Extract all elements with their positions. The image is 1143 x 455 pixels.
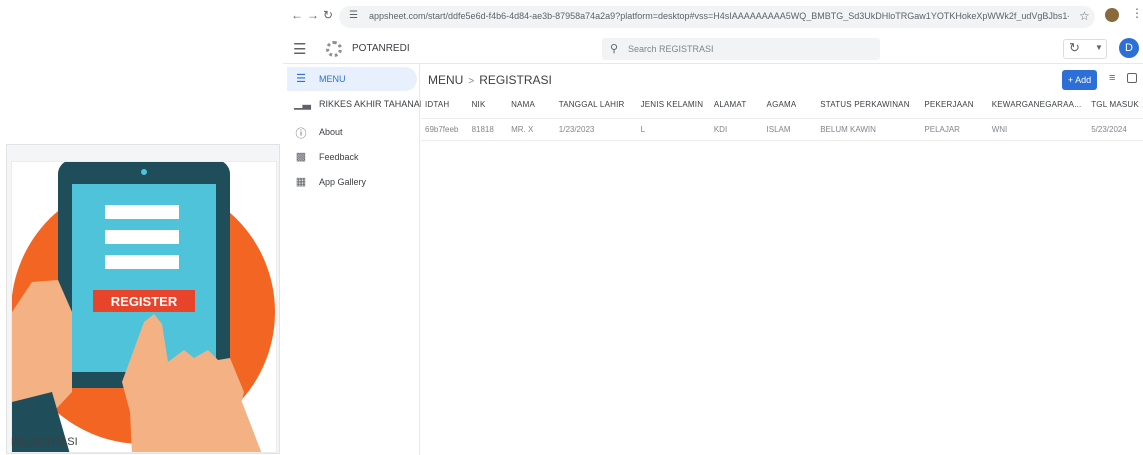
select-checkbox-icon[interactable] xyxy=(1127,73,1137,83)
app-root: ← → ↻ ☰ appsheet.com/start/ddfe5e6d-f4b6… xyxy=(0,0,1143,455)
chevron-down-icon[interactable]: ▼ xyxy=(1095,43,1103,52)
search-icon: ⚲ xyxy=(610,43,619,55)
register-illustration: REGISTER xyxy=(11,161,277,453)
column-header[interactable]: ALAMAT xyxy=(709,92,763,119)
column-header[interactable]: PEKERJAAN xyxy=(920,92,988,119)
sidebar-item-feedback[interactable]: ▩ Feedback xyxy=(287,145,417,169)
column-header[interactable]: NIK xyxy=(467,92,508,119)
search-placeholder: Search REGISTRASI xyxy=(628,44,714,54)
column-header[interactable]: AGAMA xyxy=(762,92,817,119)
sidebar-item-label: App Gallery xyxy=(319,177,367,187)
table-row[interactable]: 69b7feeb 81818 MR. X 1/23/2023 L KDI ISL… xyxy=(421,118,1143,141)
column-header[interactable]: STATUS PERKAWINAN xyxy=(816,92,921,119)
data-table: IDTAH NIK NAMA TANGGAL LAHIR JENIS KELAM… xyxy=(421,92,1143,152)
table-cell: L xyxy=(636,118,710,141)
table-cell: 5/23/2024 xyxy=(1087,118,1143,141)
extension-icon[interactable] xyxy=(1105,8,1119,22)
column-header[interactable]: TGL MASUK xyxy=(1087,92,1143,119)
site-info-icon[interactable]: ☰ xyxy=(349,10,358,21)
table-cell: KDI xyxy=(709,118,763,141)
grid-icon: ▦ xyxy=(295,176,307,188)
app-name: POTANREDI xyxy=(352,43,410,54)
table-cell: 69b7feeb xyxy=(421,118,468,141)
sidebar-item-rikkes[interactable]: ▁▃ RIKKES AKHIR TAHANAN xyxy=(287,92,426,116)
breadcrumb-current: REGISTRASI xyxy=(479,73,552,87)
sidebar-item-label: About xyxy=(319,127,343,137)
gallery-card[interactable]: REGISTER xyxy=(6,144,280,454)
gallery-caption: REGISTRASI xyxy=(11,436,78,448)
sidebar: ☰ MENU ▁▃ RIKKES AKHIR TAHANAN ⓘ About ▩… xyxy=(283,64,426,455)
forward-icon[interactable]: → xyxy=(307,8,319,22)
feedback-icon: ▩ xyxy=(295,151,307,163)
table-header-row: IDTAH NIK NAMA TANGGAL LAHIR JENIS KELAM… xyxy=(421,92,1143,119)
sidebar-item-about[interactable]: ⓘ About xyxy=(287,120,417,144)
table-cell: BELUM KAWIN xyxy=(816,118,921,141)
address-bar[interactable]: ☰ appsheet.com/start/ddfe5e6d-f4b6-4d84-… xyxy=(339,6,1095,28)
main-content: MENU > REGISTRASI + Add ≡ IDTAH NIK NAMA T… xyxy=(421,64,1143,455)
sidebar-item-app-gallery[interactable]: ▦ App Gallery xyxy=(287,170,417,194)
sidebar-item-label: Feedback xyxy=(319,152,359,162)
url-text[interactable]: appsheet.com/start/ddfe5e6d-f4b6-4d84-ae… xyxy=(369,11,1069,21)
app-header: ☰ POTANREDI ⚲ Search REGISTRASI ↻ ▼ D xyxy=(283,34,1143,64)
column-header[interactable]: TANGGAL LAHIR xyxy=(554,92,637,119)
browser-toolbar: ← → ↻ ☰ appsheet.com/start/ddfe5e6d-f4b6… xyxy=(283,0,1143,34)
breadcrumb-root[interactable]: MENU xyxy=(428,73,463,87)
table-cell: MR. X xyxy=(507,118,555,141)
app-logo-icon xyxy=(326,41,342,57)
reload-icon[interactable]: ↻ xyxy=(323,8,333,22)
table-cell: 81818 xyxy=(467,118,508,141)
table-cell: PELAJAR xyxy=(920,118,988,141)
filter-icon[interactable]: ≡ xyxy=(1109,72,1115,84)
register-illustration-svg: REGISTER xyxy=(12,162,275,452)
chart-icon: ▁▃ xyxy=(294,98,311,110)
column-header[interactable]: JENIS KELAMIN xyxy=(636,92,710,119)
column-header[interactable]: NAMA xyxy=(507,92,555,119)
info-icon: ⓘ xyxy=(295,128,307,140)
bookmark-star-icon[interactable]: ☆ xyxy=(1079,9,1090,23)
sidebar-item-label: MENU xyxy=(319,74,346,84)
column-header[interactable]: KEWARGANEGARAA... xyxy=(987,92,1088,119)
table-cell: 1/23/2023 xyxy=(554,118,637,141)
sidebar-item-label: RIKKES AKHIR TAHANAN xyxy=(319,99,427,109)
chevron-right-icon: > xyxy=(468,76,475,87)
table-cell: ISLAM xyxy=(762,118,817,141)
back-icon[interactable]: ← xyxy=(291,8,303,22)
sidebar-item-menu[interactable]: ☰ MENU xyxy=(287,67,417,91)
breadcrumb: MENU > REGISTRASI xyxy=(428,73,552,87)
table-cell: WNI xyxy=(987,118,1088,141)
column-header[interactable]: IDTAH xyxy=(421,92,468,119)
search-input[interactable]: ⚲ Search REGISTRASI xyxy=(602,38,880,60)
sync-icon[interactable]: ↻ xyxy=(1069,40,1080,56)
browser-menu-icon[interactable]: ⋮ xyxy=(1131,6,1143,20)
list-icon: ☰ xyxy=(296,73,306,85)
register-button-graphic: REGISTER xyxy=(111,294,178,309)
hamburger-menu-icon[interactable]: ☰ xyxy=(293,40,306,58)
avatar[interactable]: D xyxy=(1119,38,1139,58)
add-button[interactable]: + Add xyxy=(1062,70,1097,90)
